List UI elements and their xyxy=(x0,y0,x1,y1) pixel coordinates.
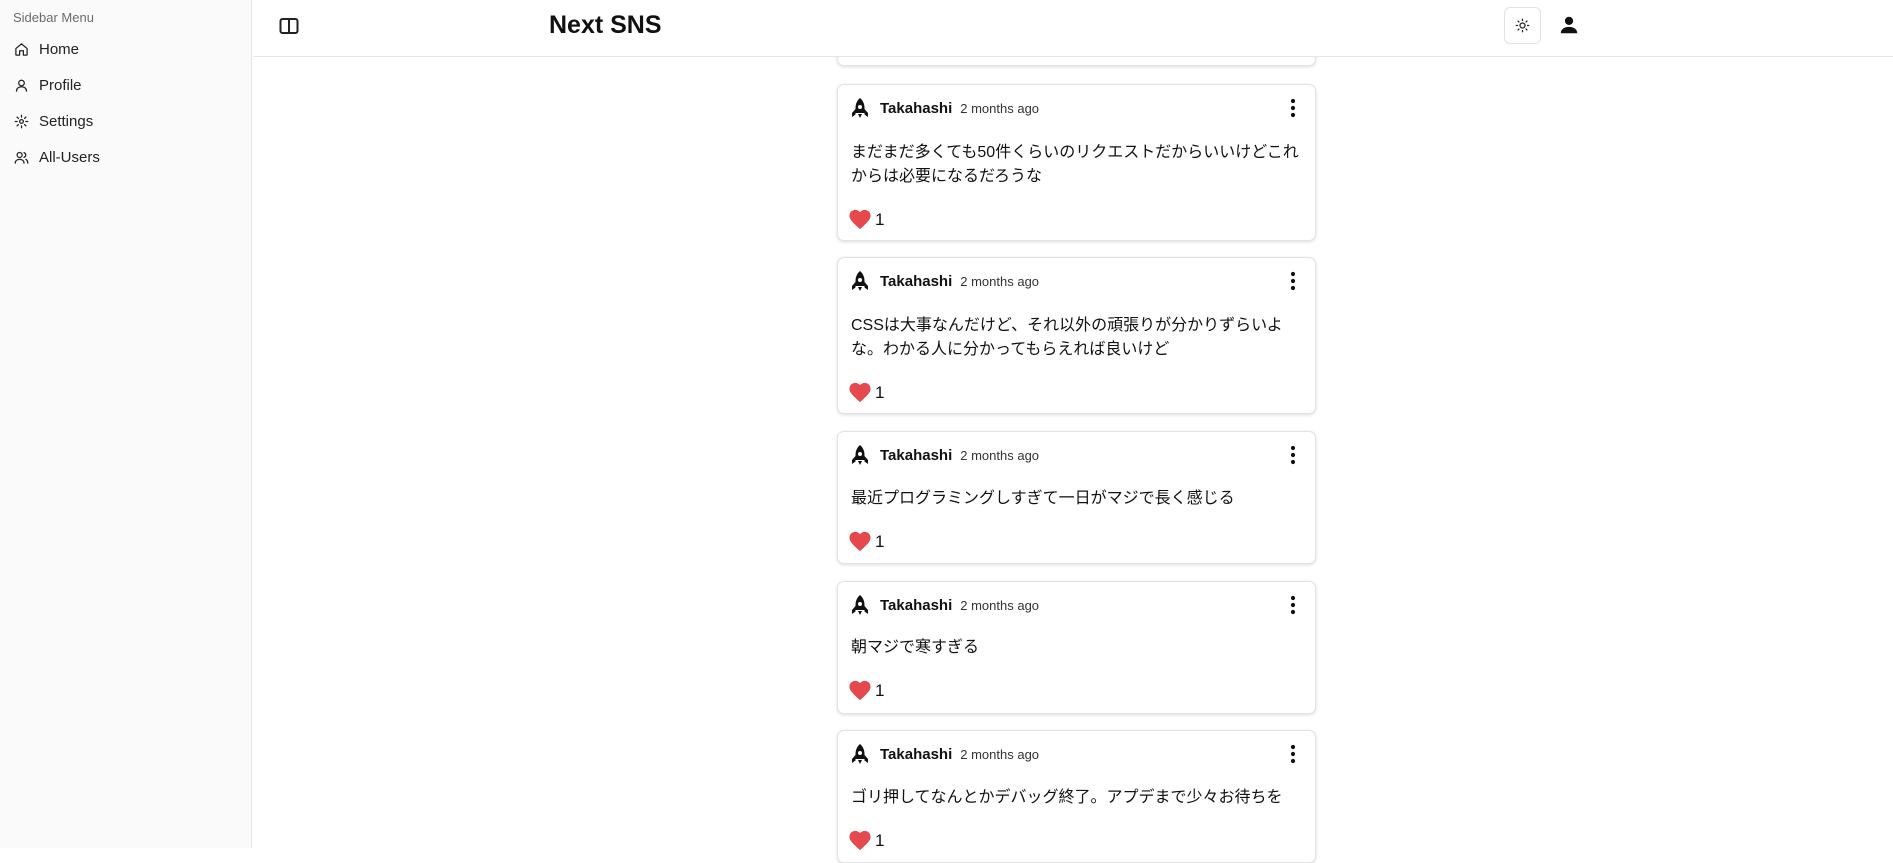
post-timestamp: 2 months ago xyxy=(960,597,1040,613)
post-card: Takahashi 2 months ago 朝マジで寒すぎる 1 xyxy=(837,581,1316,714)
heart-icon xyxy=(849,209,871,230)
post-header: Takahashi 2 months ago xyxy=(850,270,1303,292)
like-count: 1 xyxy=(875,209,885,229)
sidebar-item-home[interactable]: Home xyxy=(12,35,237,63)
more-vertical-icon[interactable] xyxy=(1283,594,1303,616)
users-icon xyxy=(14,151,29,164)
rocket-avatar-icon[interactable] xyxy=(850,270,870,292)
post-header: Takahashi 2 months ago xyxy=(850,97,1303,119)
like-button[interactable]: 1 xyxy=(849,680,884,701)
sidebar-item-all-users[interactable]: All-Users xyxy=(12,143,237,171)
sidebar-toggle-icon xyxy=(279,18,299,34)
sun-icon xyxy=(1515,18,1530,33)
post-card: Takahashi 2 months ago 最近プログラミングしすぎて一日がマ… xyxy=(837,431,1316,564)
gear-icon xyxy=(14,114,29,128)
more-vertical-icon[interactable] xyxy=(1283,270,1303,292)
post-content: 最近プログラミングしすぎて一日がマジで長く感じる xyxy=(851,490,1235,507)
rocket-avatar-icon[interactable] xyxy=(850,743,870,765)
heart-icon xyxy=(849,531,871,552)
sidebar-title: Sidebar Menu xyxy=(13,10,94,25)
person-icon xyxy=(1560,16,1578,34)
like-count: 1 xyxy=(875,382,885,402)
app-title[interactable]: Next SNS xyxy=(549,11,662,40)
post-card: Takahashi 2 months ago ゴリ押してなんとかデバッグ終了。ア… xyxy=(837,730,1316,863)
more-vertical-icon[interactable] xyxy=(1283,444,1303,466)
account-button[interactable] xyxy=(1556,12,1582,38)
like-button[interactable]: 1 xyxy=(849,531,884,552)
home-icon xyxy=(15,42,28,56)
post-content: まだまだ多くても50件くらいのリクエストだからいいけどこれからは必要になるだろう… xyxy=(851,144,1299,185)
post-timestamp: 2 months ago xyxy=(960,746,1040,762)
sidebar-item-label: Settings xyxy=(39,112,94,130)
like-count: 1 xyxy=(875,531,885,551)
post-timestamp: 2 months ago xyxy=(960,273,1040,289)
post-content: 朝マジで寒すぎる xyxy=(851,639,980,656)
post-author[interactable]: Takahashi xyxy=(880,746,952,763)
user-icon xyxy=(15,79,28,92)
like-button[interactable]: 1 xyxy=(849,209,884,230)
post-timestamp: 2 months ago xyxy=(960,447,1040,463)
post-content: ゴリ押してなんとかデバッグ終了。アプデまで少々お待ちを xyxy=(851,789,1283,806)
top-bar: Next SNS xyxy=(253,0,1893,57)
rocket-avatar-icon[interactable] xyxy=(850,594,870,616)
like-count: 1 xyxy=(875,680,885,700)
post-author[interactable]: Takahashi xyxy=(880,597,952,614)
heart-icon xyxy=(849,382,871,403)
theme-toggle-button[interactable] xyxy=(1504,7,1541,44)
sidebar: Sidebar Menu Home Profile Settings All-U… xyxy=(0,0,252,848)
post-timestamp: 2 months ago xyxy=(960,100,1040,116)
more-vertical-icon[interactable] xyxy=(1283,743,1303,765)
post-card: Takahashi 2 months ago まだまだ多くても50件くらいのリク… xyxy=(837,84,1316,241)
more-vertical-icon[interactable] xyxy=(1283,97,1303,119)
post-author[interactable]: Takahashi xyxy=(880,273,952,290)
post-header: Takahashi 2 months ago xyxy=(850,743,1303,765)
sidebar-item-label: Home xyxy=(39,40,80,58)
post-card: Takahashi 2 months ago CSSは大事なんだけど、それ以外の… xyxy=(837,257,1316,414)
heart-icon xyxy=(849,680,871,701)
sidebar-item-label: All-Users xyxy=(39,148,100,166)
post-content: CSSは大事なんだけど、それ以外の頑張りが分かりずらいよな。わかる人に分かっても… xyxy=(851,317,1283,358)
post-header: Takahashi 2 months ago xyxy=(850,444,1303,466)
rocket-avatar-icon[interactable] xyxy=(850,97,870,119)
rocket-avatar-icon[interactable] xyxy=(850,444,870,466)
like-button[interactable]: 1 xyxy=(849,382,884,403)
sidebar-item-settings[interactable]: Settings xyxy=(12,107,237,135)
sidebar-toggle-button[interactable] xyxy=(277,14,301,38)
sidebar-item-label: Profile xyxy=(39,76,82,94)
post-header: Takahashi 2 months ago xyxy=(850,594,1303,616)
sidebar-item-profile[interactable]: Profile xyxy=(12,71,237,99)
post-author[interactable]: Takahashi xyxy=(880,447,952,464)
post-author[interactable]: Takahashi xyxy=(880,100,952,117)
